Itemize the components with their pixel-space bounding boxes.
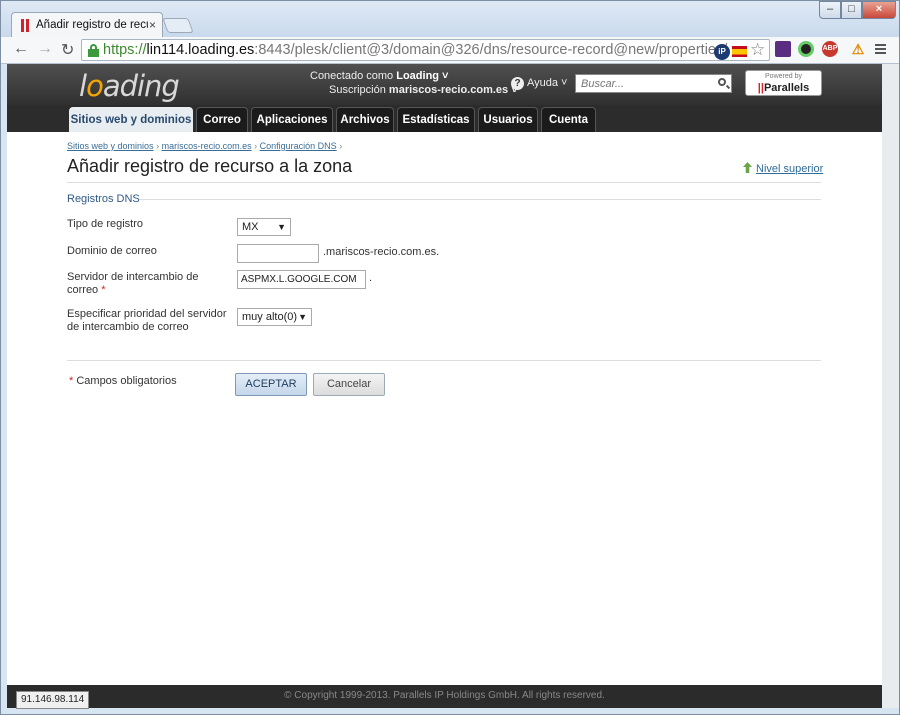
tab-close-icon[interactable]: × <box>149 18 156 32</box>
forward-arrow-icon[interactable]: → <box>37 40 53 58</box>
new-tab-button[interactable] <box>162 18 194 33</box>
form-divider <box>67 360 821 361</box>
help-icon: ? <box>511 77 524 90</box>
tab-correo[interactable]: Correo <box>196 107 248 132</box>
breadcrumb-sitios-web[interactable]: Sitios web y dominios <box>67 141 154 151</box>
main-content: Sitios web y dominios › mariscos-recio.c… <box>7 132 882 685</box>
tab-sitios-web[interactable]: Sitios web y dominios <box>69 107 193 132</box>
parallels-logo: Powered by ||Parallels <box>745 70 822 96</box>
search-box <box>575 74 732 93</box>
reload-icon[interactable]: ↻ <box>61 40 74 60</box>
extension-eye-icon[interactable] <box>798 41 814 57</box>
breadcrumb: Sitios web y dominios › mariscos-recio.c… <box>67 141 343 151</box>
title-bar: Añadir registro de recurso × – □ × <box>1 1 899 38</box>
extension-alert-icon[interactable]: ⚠ <box>851 41 865 57</box>
adblock-icon[interactable]: ABP <box>822 41 838 57</box>
lock-icon <box>88 44 99 57</box>
ip-extension-icon[interactable]: iP <box>714 44 730 60</box>
record-type-select[interactable]: MX ▼ <box>237 218 291 236</box>
loading-logo[interactable]: loading <box>79 69 180 103</box>
main-nav: Sitios web y dominios Correo Aplicacione… <box>7 105 882 132</box>
mail-domain-input[interactable] <box>237 244 319 263</box>
priority-label: Especificar prioridad del servidor de in… <box>67 308 227 333</box>
user-menu[interactable]: Loading ˅ <box>396 70 448 82</box>
dropdown-arrow-icon: ▼ <box>277 222 286 232</box>
search-icon[interactable] <box>718 78 726 86</box>
browser-window: Añadir registro de recurso × – □ × ← → ↻… <box>0 0 900 715</box>
record-type-label: Tipo de registro <box>67 218 144 230</box>
url-text[interactable]: https://lin114.loading.es:8443/plesk/cli… <box>103 42 727 58</box>
help-menu[interactable]: ? Ayuda ˅ <box>511 77 567 90</box>
tab-archivos[interactable]: Archivos <box>336 107 394 132</box>
priority-select[interactable]: muy alto(0) ▼ <box>237 308 312 326</box>
tab-cuenta[interactable]: Cuenta <box>541 107 596 132</box>
mail-domain-suffix: .mariscos-recio.com.es. <box>323 246 440 258</box>
spain-flag-icon[interactable] <box>732 46 747 57</box>
mx-server-suffix: . <box>369 272 373 284</box>
ok-button[interactable]: ACEPTAR <box>235 373 307 396</box>
breadcrumb-domain[interactable]: mariscos-recio.com.es <box>162 141 252 151</box>
cancel-button[interactable]: Cancelar <box>313 373 385 396</box>
section-title: Registros DNS <box>67 193 140 205</box>
tab-title: Añadir registro de recurso <box>36 19 148 31</box>
address-bar[interactable]: https://lin114.loading.es:8443/plesk/cli… <box>81 39 770 61</box>
dropdown-arrow-icon: ▼ <box>298 312 307 322</box>
maximize-button[interactable]: □ <box>841 1 862 19</box>
extension-icon[interactable] <box>775 41 791 57</box>
subscription-menu[interactable]: mariscos-recio.com.es ˅ <box>389 84 518 96</box>
divider <box>67 182 821 183</box>
close-window-button[interactable]: × <box>862 1 896 19</box>
back-arrow-icon[interactable]: ← <box>13 40 29 58</box>
up-level-link[interactable]: Nivel superior <box>743 162 823 175</box>
tab-usuarios[interactable]: Usuarios <box>478 107 538 132</box>
mx-server-input[interactable] <box>237 270 366 289</box>
up-arrow-icon <box>743 162 752 173</box>
minimize-button[interactable]: – <box>819 1 841 19</box>
ip-address-badge: 91.146.98.114 <box>16 691 90 709</box>
tab-aplicaciones[interactable]: Aplicaciones <box>251 107 333 132</box>
breadcrumb-dns-config[interactable]: Configuración DNS <box>260 141 337 151</box>
search-input[interactable] <box>576 75 706 92</box>
plesk-header: loading Conectado como Loading ˅ Suscrip… <box>7 64 882 105</box>
scrollbar[interactable] <box>882 64 899 708</box>
mail-domain-label: Dominio de correo <box>67 245 157 257</box>
section-divider <box>139 199 821 200</box>
browser-tab[interactable]: Añadir registro de recurso × <box>11 12 163 38</box>
bookmark-star-icon[interactable]: ☆ <box>750 40 765 60</box>
tab-estadisticas[interactable]: Estadísticas <box>397 107 475 132</box>
page-title: Añadir registro de recurso a la zona <box>67 156 353 176</box>
connected-as: Conectado como Loading ˅ <box>310 70 449 82</box>
parallels-favicon-icon <box>21 19 29 32</box>
subscription: Suscripción mariscos-recio.com.es ˅ <box>329 84 518 96</box>
browser-toolbar: ← → ↻ https://lin114.loading.es:8443/ple… <box>1 37 899 64</box>
hamburger-menu-icon[interactable] <box>875 44 886 55</box>
footer: © Copyright 1999-2013. Parallels IP Hold… <box>7 685 882 708</box>
mx-server-label: Servidor de intercambio de correo * <box>67 271 199 296</box>
required-note: * Campos obligatorios <box>69 375 177 387</box>
